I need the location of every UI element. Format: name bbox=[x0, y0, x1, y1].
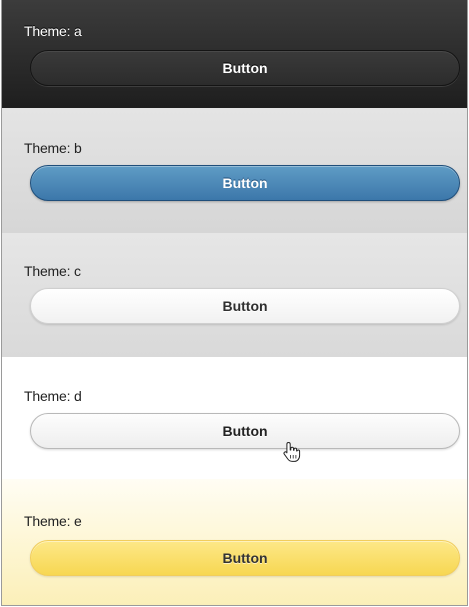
theme-e-label: Theme: e bbox=[24, 513, 82, 529]
theme-d-section: Theme: d Button bbox=[2, 357, 467, 479]
theme-b-button[interactable]: Button bbox=[30, 165, 460, 201]
theme-c-section: Theme: c Button bbox=[2, 233, 467, 357]
theme-e-button[interactable]: Button bbox=[30, 540, 460, 576]
theme-d-label: Theme: d bbox=[24, 388, 82, 404]
theme-d-button[interactable]: Button bbox=[30, 413, 460, 449]
theme-a-button[interactable]: Button bbox=[30, 50, 460, 86]
theme-b-section: Theme: b Button bbox=[2, 108, 467, 233]
theme-c-button[interactable]: Button bbox=[30, 288, 460, 324]
theme-e-section: Theme: e Button bbox=[2, 479, 467, 605]
theme-swatch-panel: Theme: a Button Theme: b Button Theme: c… bbox=[1, 0, 468, 606]
hand-pointer-icon bbox=[283, 442, 301, 462]
theme-a-label: Theme: a bbox=[24, 23, 82, 39]
theme-c-label: Theme: c bbox=[24, 263, 81, 279]
theme-b-label: Theme: b bbox=[24, 140, 82, 156]
theme-a-section: Theme: a Button bbox=[2, 0, 467, 108]
